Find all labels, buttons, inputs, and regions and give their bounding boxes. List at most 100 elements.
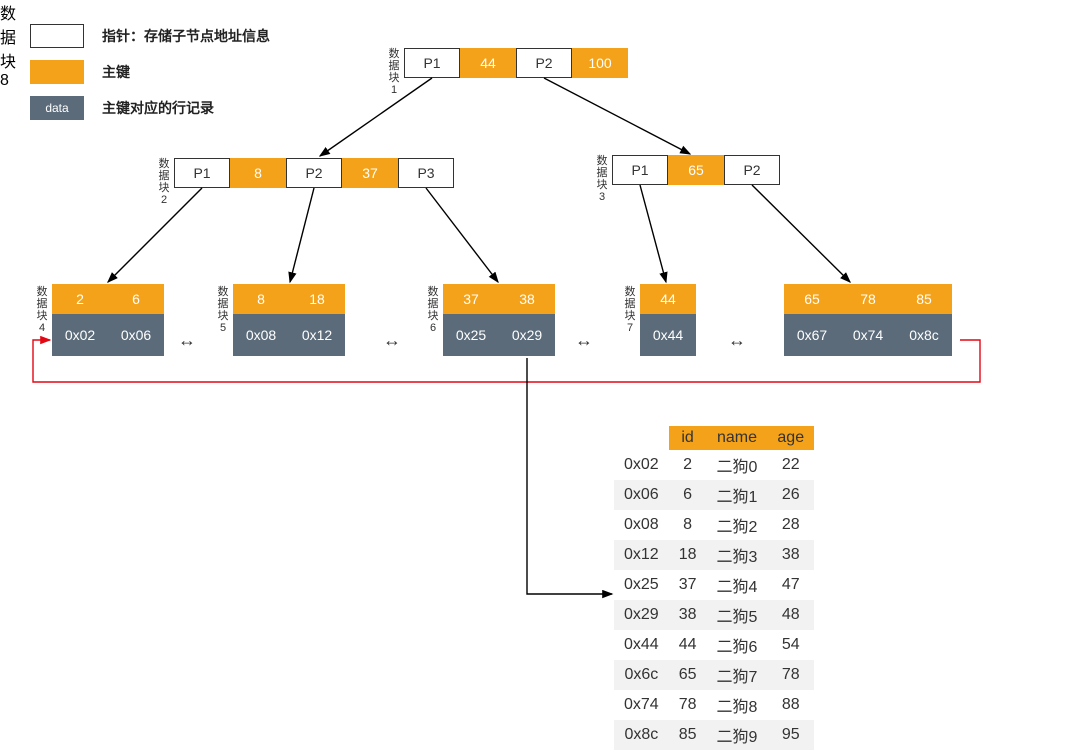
internal-right: P1 65 P2 xyxy=(612,155,780,185)
leaf2-k1: 18 xyxy=(289,284,345,314)
il-k2: 37 xyxy=(342,158,398,188)
row-name: 二狗0 xyxy=(707,450,768,480)
legend-row-data: data 主键对应的行记录 xyxy=(30,96,270,120)
leaf-4: 44 0x44 xyxy=(640,284,696,356)
block-label-2: 数据块2 xyxy=(158,158,170,206)
leaf5-k2: 85 xyxy=(896,284,952,314)
row-age: 26 xyxy=(767,480,814,510)
leaf4-d0: 0x44 xyxy=(640,314,696,356)
row-addr: 0x06 xyxy=(614,480,669,510)
row-age: 48 xyxy=(767,600,814,630)
row-id: 37 xyxy=(669,570,707,600)
row-age: 95 xyxy=(767,720,814,750)
table-row: 0x088二狗228 xyxy=(614,510,814,540)
col-id: id xyxy=(669,426,707,450)
leaf3-d0: 0x25 xyxy=(443,314,499,356)
row-age: 28 xyxy=(767,510,814,540)
legend-key-text: 主键 xyxy=(102,62,130,82)
row-age: 47 xyxy=(767,570,814,600)
row-id: 44 xyxy=(669,630,707,660)
leaf3-k0: 37 xyxy=(443,284,499,314)
row-addr: 0x25 xyxy=(614,570,669,600)
block-label-7: 数据块7 xyxy=(624,286,636,334)
row-name: 二狗9 xyxy=(707,720,768,750)
row-name: 二狗5 xyxy=(707,600,768,630)
root-p1: P1 xyxy=(404,48,460,78)
legend: 指针：存储子节点地址信息 主键 data 主键对应的行记录 xyxy=(30,24,270,132)
leaf3-d1: 0x29 xyxy=(499,314,555,356)
leaf2-d1: 0x12 xyxy=(289,314,345,356)
table-row: 0x1218二狗338 xyxy=(614,540,814,570)
leaf4-k0: 44 xyxy=(640,284,696,314)
legend-pointer-text: 指针：存储子节点地址信息 xyxy=(102,26,270,46)
leaf5-d0: 0x67 xyxy=(784,314,840,356)
row-age: 22 xyxy=(767,450,814,480)
row-name: 二狗7 xyxy=(707,660,768,690)
table-row: 0x6c65二狗778 xyxy=(614,660,814,690)
il-p1: P1 xyxy=(174,158,230,188)
dbl-arrow-1: ↔ xyxy=(178,330,196,351)
row-name: 二狗3 xyxy=(707,540,768,570)
legend-row-pointer: 指针：存储子节点地址信息 xyxy=(30,24,270,48)
row-age: 54 xyxy=(767,630,814,660)
block-label-5: 数据块5 xyxy=(217,286,229,334)
il-p3: P3 xyxy=(398,158,454,188)
row-age: 88 xyxy=(767,690,814,720)
row-addr: 0x74 xyxy=(614,690,669,720)
leaf-2: 8 18 0x08 0x12 xyxy=(233,284,345,356)
data-table: id name age 0x022二狗0220x066二狗1260x088二狗2… xyxy=(614,426,814,750)
leaf2-d0: 0x08 xyxy=(233,314,289,356)
row-name: 二狗1 xyxy=(707,480,768,510)
table-header-row: id name age xyxy=(614,426,814,450)
table-row: 0x8c85二狗995 xyxy=(614,720,814,750)
leaf-5: 65 78 85 0x67 0x74 0x8c xyxy=(784,284,952,356)
row-id: 2 xyxy=(669,450,707,480)
block-label-1: 数据块1 xyxy=(388,48,400,96)
block-label-6: 数据块6 xyxy=(427,286,439,334)
root-k1: 44 xyxy=(460,48,516,78)
block-label-3: 数据块3 xyxy=(596,155,608,203)
row-addr: 0x8c xyxy=(614,720,669,750)
table-row: 0x4444二狗654 xyxy=(614,630,814,660)
row-id: 18 xyxy=(669,540,707,570)
row-name: 二狗6 xyxy=(707,630,768,660)
row-addr: 0x6c xyxy=(614,660,669,690)
ir-p2: P2 xyxy=(724,155,780,185)
pointer-swatch xyxy=(30,24,84,48)
col-age: age xyxy=(767,426,814,450)
legend-row-key: 主键 xyxy=(30,60,270,84)
legend-data-text: 主键对应的行记录 xyxy=(102,98,214,118)
leaf1-d1: 0x06 xyxy=(108,314,164,356)
row-addr: 0x44 xyxy=(614,630,669,660)
dbl-arrow-3: ↔ xyxy=(575,330,593,351)
table-row: 0x022二狗022 xyxy=(614,450,814,480)
row-id: 85 xyxy=(669,720,707,750)
il-p2: P2 xyxy=(286,158,342,188)
table-row: 0x7478二狗888 xyxy=(614,690,814,720)
root-node: P1 44 P2 100 xyxy=(404,48,628,78)
il-k1: 8 xyxy=(230,158,286,188)
table-row: 0x066二狗126 xyxy=(614,480,814,510)
leaf1-k1: 6 xyxy=(108,284,164,314)
leaf5-d1: 0x74 xyxy=(840,314,896,356)
leaf-3: 37 38 0x25 0x29 xyxy=(443,284,555,356)
row-name: 二狗4 xyxy=(707,570,768,600)
leaf3-k1: 38 xyxy=(499,284,555,314)
row-id: 78 xyxy=(669,690,707,720)
row-name: 二狗2 xyxy=(707,510,768,540)
ir-p1: P1 xyxy=(612,155,668,185)
ir-k1: 65 xyxy=(668,155,724,185)
leaf2-k0: 8 xyxy=(233,284,289,314)
key-swatch xyxy=(30,60,84,84)
row-addr: 0x12 xyxy=(614,540,669,570)
root-k2: 100 xyxy=(572,48,628,78)
table-row: 0x2938二狗548 xyxy=(614,600,814,630)
dbl-arrow-4: ↔ xyxy=(728,330,746,351)
row-id: 8 xyxy=(669,510,707,540)
leaf-1: 2 6 0x02 0x06 xyxy=(52,284,164,356)
leaf5-d2: 0x8c xyxy=(896,314,952,356)
data-swatch: data xyxy=(30,96,84,120)
col-name: name xyxy=(707,426,768,450)
row-age: 78 xyxy=(767,660,814,690)
row-name: 二狗8 xyxy=(707,690,768,720)
